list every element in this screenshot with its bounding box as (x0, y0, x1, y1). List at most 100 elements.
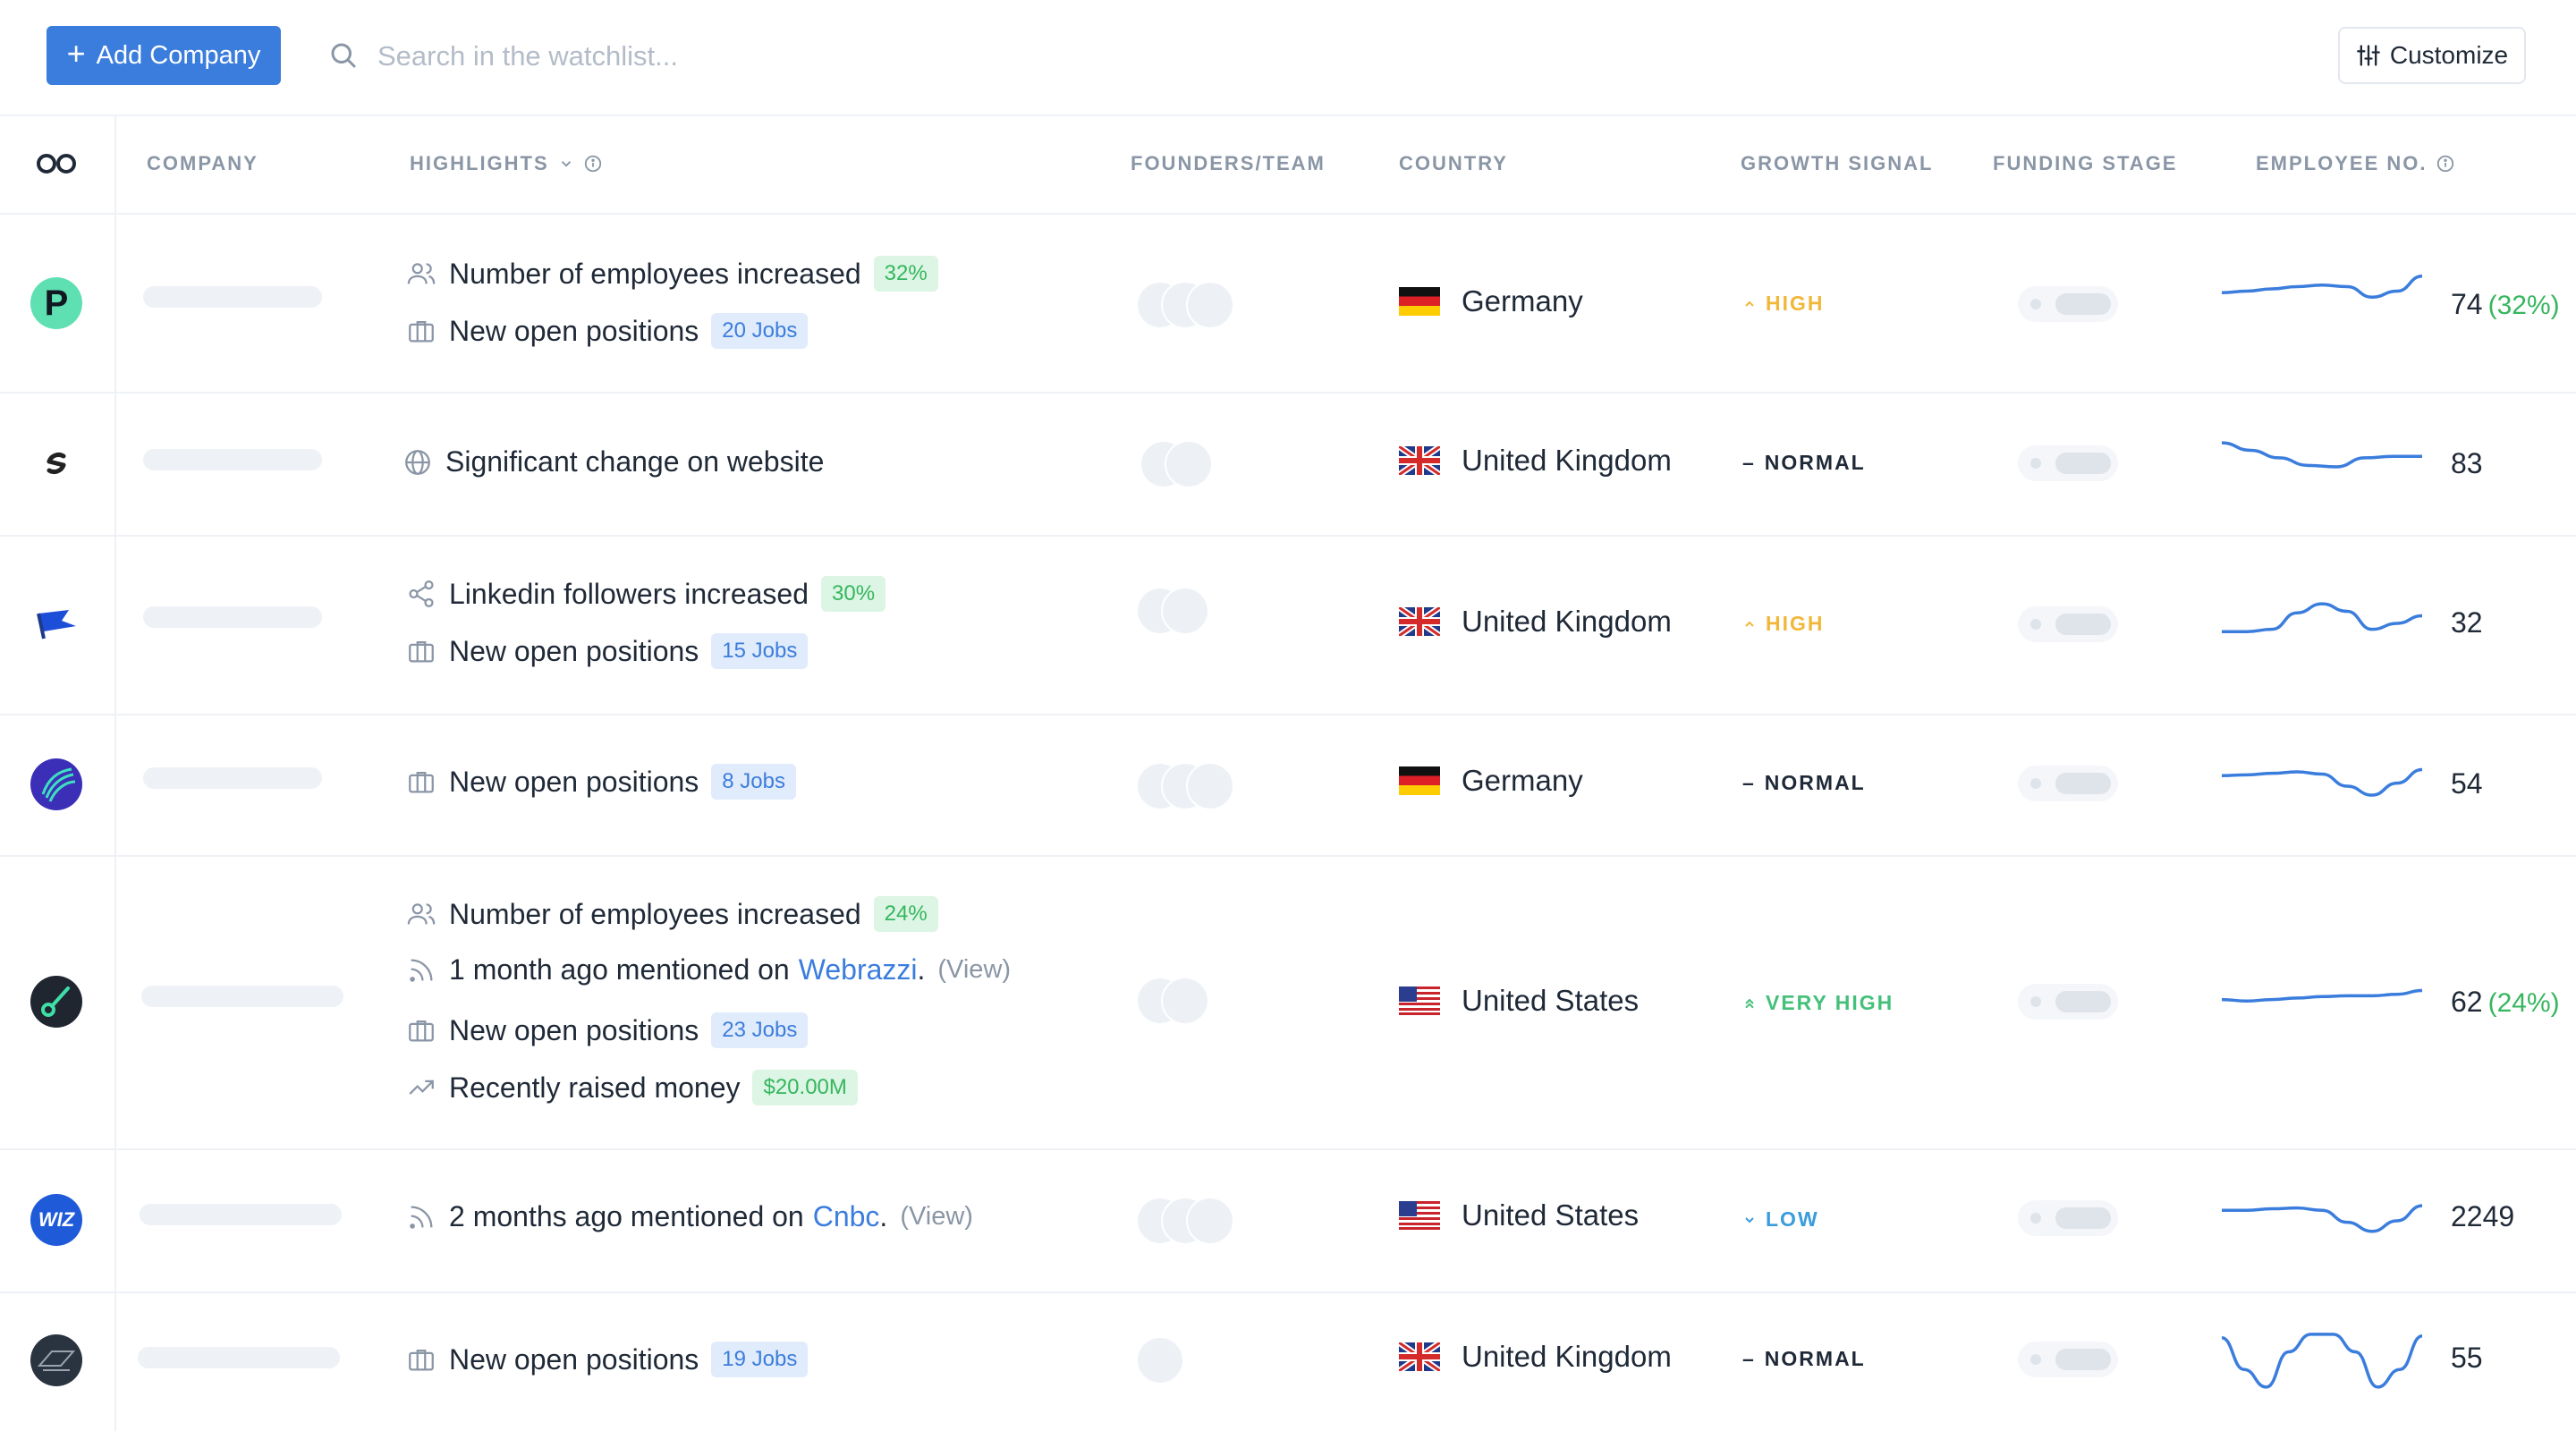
funding-stage-placeholder (2018, 1200, 2118, 1236)
column-funding-stage[interactable]: FUNDING STAGE (1993, 152, 2177, 175)
info-icon[interactable] (583, 154, 603, 174)
avatar (1186, 762, 1234, 810)
us-flag-icon (1399, 986, 1440, 1015)
column-employee-no[interactable]: EMPLOYEE NO. (2256, 152, 2455, 175)
table-row[interactable]: P Number of employees increased 32% New … (0, 215, 2576, 394)
employee-trend-sparkline (2222, 602, 2422, 633)
funding-stage-placeholder (2018, 286, 2118, 322)
avatar (1186, 1197, 1234, 1245)
customize-button[interactable]: Customize (2338, 27, 2526, 84)
country-cell: United States (1399, 1198, 1639, 1232)
dash-icon: – (1742, 771, 1756, 794)
customize-label: Customize (2389, 41, 2509, 69)
chevron-down-icon (1745, 1216, 1754, 1223)
flag-logo-icon (30, 598, 82, 650)
company-name-placeholder (138, 1347, 340, 1368)
funding-badge: $20.00M (752, 1070, 858, 1105)
watchlist-logo-icon (37, 154, 76, 174)
search-input[interactable] (376, 30, 1184, 82)
double-chevron-up-icon (1745, 998, 1754, 1008)
table-row[interactable]: Linkedin followers increased 30% New ope… (0, 535, 2576, 716)
company-name-placeholder (141, 986, 343, 1007)
toolbar: + Add Company Customize (0, 0, 2576, 116)
chevron-down-icon[interactable] (558, 156, 574, 172)
country-cell: United Kingdom (1399, 605, 1672, 639)
employee-trend-sparkline (2222, 441, 2422, 469)
source-link[interactable]: Cnbc (813, 1200, 880, 1232)
employee-count: 2249 (2451, 1200, 2515, 1232)
germany-flag-icon (1399, 766, 1440, 795)
wiz-logo-icon: WIZ (30, 1194, 82, 1246)
table-row[interactable]: WIZ 2 months ago mentioned on Cnbc. (Vie… (0, 1148, 2576, 1293)
company-name-placeholder (143, 606, 322, 628)
column-country[interactable]: COUNTRY (1399, 152, 1508, 175)
country-cell: United Kingdom (1399, 444, 1672, 478)
growth-badge: 30% (821, 576, 886, 612)
sparkline-path (2222, 988, 2422, 1003)
rss-icon (410, 959, 433, 982)
dash-icon: – (1742, 451, 1756, 474)
growth-signal-badge: – NORMAL (1742, 451, 1866, 474)
company-name-placeholder (143, 286, 322, 308)
avatar (1161, 977, 1209, 1025)
plus-icon: + (66, 35, 86, 72)
uk-flag-icon (1399, 607, 1440, 636)
employee-trend-sparkline (2222, 1204, 2422, 1233)
table-row[interactable]: Significant change on website United Kin… (0, 392, 2576, 537)
highlight-item: New open positions 8 Jobs (406, 764, 796, 800)
column-founders[interactable]: FOUNDERS/TEAM (1131, 152, 1326, 175)
growth-badge: 32% (873, 256, 938, 292)
company-name-placeholder (140, 1204, 342, 1225)
search-icon (331, 43, 356, 68)
employee-trend-sparkline (2222, 1333, 2422, 1389)
employee-change: (32%) (2487, 291, 2560, 320)
funding-stage-placeholder (2018, 606, 2118, 642)
sliders-icon (2357, 45, 2380, 66)
table-row[interactable]: New open positions 19 Jobs United Kingdo… (0, 1291, 2576, 1431)
info-icon[interactable] (2436, 154, 2455, 174)
p-logo-icon: P (30, 277, 82, 329)
briefcase-icon (409, 320, 434, 343)
jobs-badge: 8 Jobs (711, 764, 796, 800)
users-icon (407, 903, 436, 925)
employee-change: (24%) (2487, 988, 2560, 1018)
highlight-item: 2 months ago mentioned on Cnbc. (View) (406, 1200, 973, 1233)
employee-count: 54 (2451, 767, 2483, 800)
funding-stage-placeholder (2018, 1342, 2118, 1377)
employee-count: 83 (2451, 447, 2483, 479)
briefcase-icon (409, 771, 434, 793)
growth-signal-badge: HIGH (1742, 292, 1825, 316)
employee-count: 74 (32%) (2451, 288, 2560, 320)
highlight-item: Recently raised money $20.00M (406, 1070, 858, 1105)
trend-up-icon (409, 1080, 434, 1095)
view-link[interactable]: (View) (937, 955, 1011, 985)
view-link[interactable]: (View) (900, 1202, 973, 1232)
briefcase-icon (409, 1349, 434, 1371)
swirl-logo-icon (30, 437, 82, 489)
globe-icon (405, 449, 430, 475)
growth-badge: 24% (873, 896, 938, 932)
chevron-up-icon (1745, 621, 1754, 627)
jobs-badge: 20 Jobs (711, 313, 809, 349)
company-name-placeholder (143, 449, 322, 470)
table-header: COMPANY HIGHLIGHTS FOUNDERS/TEAM COUNTRY… (0, 116, 2576, 215)
table-row[interactable]: New open positions 8 Jobs Germany – NORM… (0, 714, 2576, 857)
sparkline-path (2222, 1204, 2422, 1233)
column-highlights[interactable]: HIGHLIGHTS (410, 152, 603, 175)
table-row[interactable]: Number of employees increased 24% 1 mont… (0, 855, 2576, 1150)
avatar (1186, 281, 1234, 329)
highlight-item: New open positions 15 Jobs (406, 633, 809, 669)
column-company[interactable]: COMPANY (147, 152, 258, 175)
highlight-item: Linkedin followers increased 30% (406, 576, 886, 612)
us-flag-icon (1399, 1201, 1440, 1230)
highlight-item: 1 month ago mentioned on Webrazzi. (View… (406, 953, 1011, 986)
growth-signal-badge: HIGH (1742, 612, 1825, 636)
avatar (1136, 1336, 1184, 1384)
employee-trend-sparkline (2222, 767, 2422, 797)
source-link[interactable]: Webrazzi (799, 953, 918, 986)
add-company-button[interactable]: + Add Company (47, 26, 281, 85)
column-growth-signal[interactable]: GROWTH SIGNAL (1741, 152, 1933, 175)
highlight-item: Number of employees increased 32% (406, 256, 938, 292)
jobs-badge: 19 Jobs (711, 1342, 809, 1377)
dial-logo-icon (30, 976, 82, 1028)
